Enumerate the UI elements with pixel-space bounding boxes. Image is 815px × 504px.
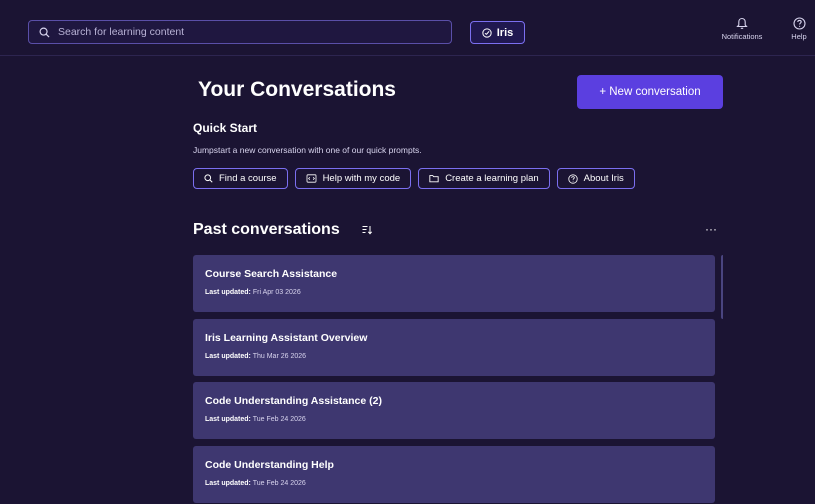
conversation-card[interactable]: Course Search Assistance Last updated: F… <box>193 255 715 312</box>
quick-start-title: Quick Start <box>193 121 258 135</box>
help-code-label: Help with my code <box>322 173 401 184</box>
conversation-list: Course Search Assistance Last updated: F… <box>193 255 723 504</box>
notifications-label: Notifications <box>721 32 763 41</box>
last-updated-date: Tue Feb 24 2026 <box>252 416 306 423</box>
conversation-title: Course Search Assistance <box>205 268 338 280</box>
conversation-card[interactable]: Code Understanding Help Last updated: Tu… <box>193 446 715 503</box>
conversation-meta: Last updated: Tue Feb 24 2026 <box>205 416 306 423</box>
find-course-label: Find a course <box>219 173 277 184</box>
last-updated-date: Fri Apr 03 2026 <box>252 289 301 296</box>
conversation-meta: Last updated: Tue Feb 24 2026 <box>205 480 306 487</box>
question-circle-icon <box>792 17 806 30</box>
about-iris-label: About Iris <box>583 173 624 184</box>
folder-icon <box>429 175 439 183</box>
search-input[interactable] <box>56 25 451 39</box>
code-icon <box>306 174 316 183</box>
conversation-card[interactable]: Iris Learning Assistant Overview Last up… <box>193 319 715 376</box>
conversation-meta: Last updated: Thu Mar 26 2026 <box>205 353 306 360</box>
iris-label: Iris <box>496 26 514 39</box>
top-bar: Iris Notifications Help <box>0 0 815 56</box>
quick-prompts: Find a course Help with my code Create a… <box>193 168 635 189</box>
find-course-button[interactable]: Find a course <box>193 168 288 189</box>
new-conversation-button[interactable]: + New conversation <box>577 75 723 109</box>
search-box[interactable] <box>28 20 452 44</box>
more-options-icon[interactable]: ··· <box>705 222 717 236</box>
bell-icon <box>736 17 748 29</box>
sort-icon[interactable] <box>362 225 373 235</box>
search-icon <box>204 174 213 183</box>
last-updated-label: Last updated: <box>205 480 251 487</box>
question-icon <box>568 173 578 184</box>
help-code-button[interactable]: Help with my code <box>294 168 412 189</box>
last-updated-date: Thu Mar 26 2026 <box>252 353 307 360</box>
conversation-card[interactable]: Code Understanding Assistance (2) Last u… <box>193 382 715 439</box>
last-updated-label: Last updated: <box>205 289 251 296</box>
list-scrollbar[interactable] <box>721 255 723 319</box>
last-updated-label: Last updated: <box>205 353 251 360</box>
help-label: Help <box>791 32 807 41</box>
iris-icon <box>482 27 492 38</box>
notifications-button[interactable]: Notifications <box>714 17 770 41</box>
conversation-title: Code Understanding Help <box>205 459 334 471</box>
new-conversation-label: + New conversation <box>599 86 701 98</box>
create-learning-plan-label: Create a learning plan <box>445 173 539 184</box>
about-iris-button[interactable]: About Iris <box>556 168 635 189</box>
conversation-meta: Last updated: Fri Apr 03 2026 <box>205 289 301 296</box>
last-updated-date: Tue Feb 24 2026 <box>252 480 306 487</box>
past-conversations-title: Past conversations <box>193 221 340 238</box>
conversation-title: Code Understanding Assistance (2) <box>205 395 382 407</box>
search-icon <box>39 27 50 38</box>
help-button[interactable]: Help <box>784 17 814 41</box>
create-learning-plan-button[interactable]: Create a learning plan <box>418 168 550 189</box>
iris-button[interactable]: Iris <box>470 21 525 44</box>
last-updated-label: Last updated: <box>205 416 251 423</box>
quick-start-subtitle: Jumpstart a new conversation with one of… <box>193 145 422 155</box>
page-title: Your Conversations <box>198 78 396 101</box>
conversation-title: Iris Learning Assistant Overview <box>205 332 368 344</box>
